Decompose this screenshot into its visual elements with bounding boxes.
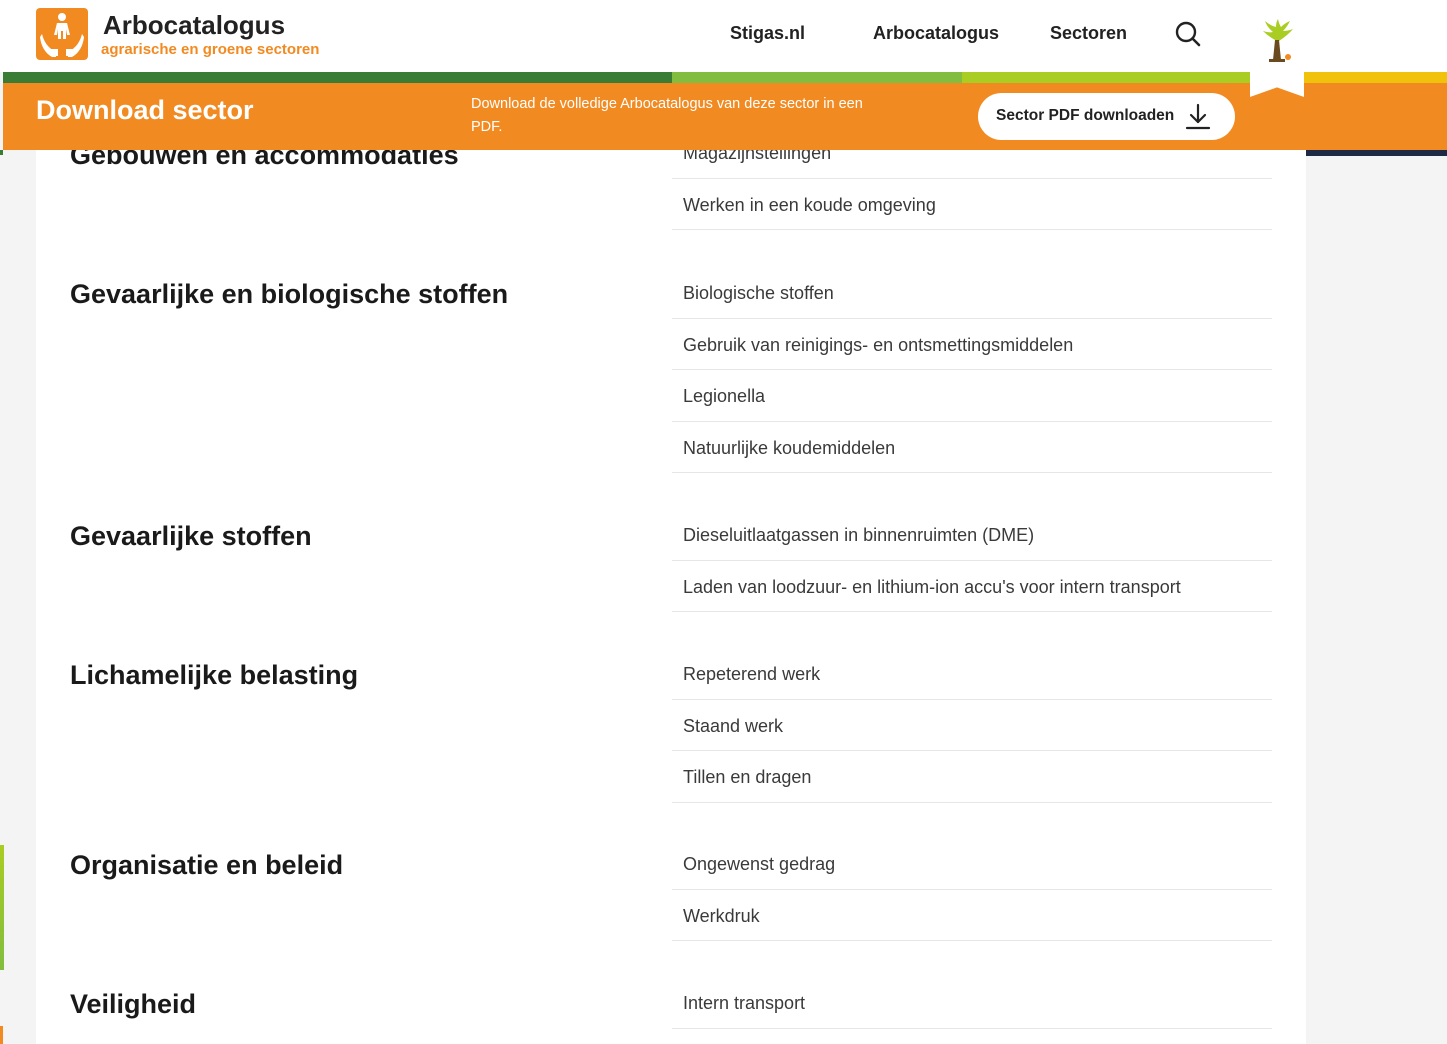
sector-pdf-download-button[interactable]: Sector PDF downloaden (978, 93, 1235, 140)
category-title: Lichamelijke belasting (70, 660, 359, 690)
list-item[interactable]: Gebruik van reinigings- en ontsmettingsm… (672, 319, 1272, 370)
category-list: Magazijnstellingen Werken in een koude o… (672, 150, 1272, 230)
download-button-label: Sector PDF downloaden (996, 107, 1175, 124)
arbocatalogus-logo-icon[interactable] (36, 8, 88, 60)
list-item[interactable]: Repeterend werk (672, 648, 1272, 700)
stripe-green (672, 71, 962, 83)
category-list: Repeterend werk Staand werk Tillen en dr… (672, 648, 1272, 803)
nav-stigas[interactable]: Stigas.nl (730, 21, 805, 45)
list-item[interactable]: Werken in een koude omgeving (672, 179, 1272, 230)
left-edge-decoration (0, 845, 4, 970)
category-list: Biologische stoffen Gebruik van reinigin… (672, 267, 1272, 473)
nav-arbocatalogus[interactable]: Arbocatalogus (873, 21, 999, 45)
list-item[interactable]: Legionella (672, 370, 1272, 422)
category-list: Intern transport (672, 977, 1272, 1029)
list-item[interactable]: Laden van loodzuur- en lithium-ion accu'… (672, 561, 1272, 612)
list-item[interactable]: Ongewenst gedrag (672, 838, 1272, 890)
search-icon[interactable] (1174, 20, 1202, 48)
category-list: Dieseluitlaatgassen in binnenruimten (DM… (672, 509, 1272, 612)
category-title: Gevaarlijke en biologische stoffen (70, 279, 509, 309)
left-edge-stripe (0, 150, 3, 155)
list-item[interactable]: Biologische stoffen (672, 267, 1272, 319)
nav-sectoren[interactable]: Sectoren (1050, 21, 1127, 45)
content-card: Gebouwen en accommodaties Magazijnstelli… (36, 150, 1306, 1044)
download-sector-title: Download sector (36, 95, 254, 125)
list-item[interactable]: Natuurlijke koudemiddelen (672, 422, 1272, 473)
logo-title[interactable]: Arbocatalogus (103, 10, 285, 40)
list-item[interactable]: Intern transport (672, 977, 1272, 1029)
category-title: Gebouwen en accommodaties (70, 150, 459, 170)
download-sector-text: Download de volledige Arbocatalogus van … (471, 96, 863, 135)
category-list: Ongewenst gedrag Werkdruk (672, 838, 1272, 941)
download-icon (1185, 103, 1211, 130)
category-title: Organisatie en beleid (70, 850, 344, 880)
list-item[interactable]: Staand werk (672, 700, 1272, 751)
stigas-badge[interactable] (1250, 17, 1304, 97)
category-title: Gevaarlijke stoffen (70, 521, 312, 551)
category-title: Veiligheid (70, 989, 197, 1019)
logo-subtitle: agrarische en groene sectoren (101, 41, 320, 58)
background-image-strip (1306, 150, 1447, 156)
list-item[interactable]: Tillen en dragen (672, 751, 1272, 803)
tree-logo-icon (1263, 19, 1293, 62)
list-item[interactable]: Werkdruk (672, 890, 1272, 941)
list-item[interactable]: Dieseluitlaatgassen in binnenruimten (DM… (672, 509, 1272, 561)
left-edge-accent (0, 1026, 3, 1044)
stripe-lime (962, 71, 1252, 83)
download-sector-bar: Download sector Download de volledige Ar… (3, 83, 1447, 150)
list-item[interactable]: Magazijnstellingen (672, 150, 1272, 179)
site-header: Arbocatalogus agrarische en groene secto… (0, 0, 1447, 72)
stripe-dark-green (3, 71, 672, 83)
